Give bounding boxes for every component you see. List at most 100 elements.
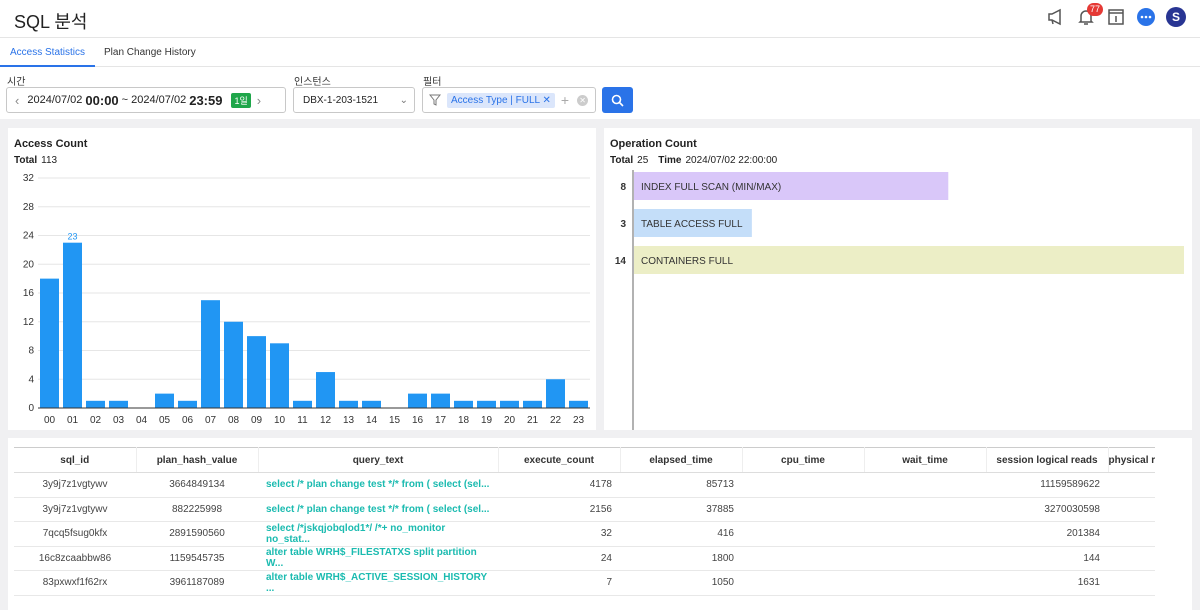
y-tick-label: 8 [28, 346, 34, 357]
bar [40, 278, 59, 408]
table-cell: 2156 [498, 497, 620, 522]
table-cell: 11159589622 [986, 472, 1108, 498]
value-label: 14 [615, 256, 627, 267]
y-tick-label: 0 [28, 403, 34, 414]
column-header[interactable]: sql_id [14, 447, 137, 473]
instance-label: 인스턴스 [294, 77, 331, 88]
search-button[interactable] [602, 87, 633, 113]
tab-plan-change-history[interactable]: Plan Change History [104, 47, 196, 58]
y-tick-label: 4 [28, 374, 34, 385]
table-cell: 37885 [620, 497, 742, 522]
column-header[interactable]: elapsed_time [620, 447, 743, 473]
query-text-link[interactable]: select /*jskqjobqlod1*/ /*+ no_monitor n… [258, 521, 498, 547]
filter-bar: 시간 ‹ 2024/07/02 00:00 ~ 2024/07/02 23:59… [0, 67, 1200, 119]
table-row[interactable]: 16c8zcaabbw86 1159545735 alter table WRH$_… [14, 546, 1156, 571]
table-cell: 7qcq5fsug0kfx [14, 521, 136, 547]
bell-icon[interactable]: 77 [1076, 3, 1104, 27]
x-tick-label: 08 [228, 415, 240, 426]
range-badge: 1일 [231, 92, 251, 108]
query-text-link[interactable]: select /* plan change test */* from ( se… [258, 472, 498, 498]
column-header[interactable]: session logical reads [986, 447, 1109, 473]
search-icon [611, 94, 624, 107]
table-cell [1108, 497, 1156, 522]
x-tick-label: 11 [297, 415, 308, 426]
chevron-left-icon[interactable]: ‹ [15, 93, 19, 108]
filter-input[interactable]: Access Type | FULL ✕ + ✕ [422, 87, 596, 113]
table-cell [864, 521, 986, 547]
instance-select[interactable]: DBX-1-203-1521 ⌄ [293, 87, 415, 113]
bar [201, 300, 220, 408]
filter-icon [429, 94, 441, 106]
avatar[interactable]: S [1166, 7, 1186, 27]
table-cell: 201384 [986, 521, 1108, 547]
table-cell: 1631 [986, 570, 1108, 596]
query-text-link[interactable]: alter table WRH$_ACTIVE_SESSION_HISTORY … [258, 570, 498, 596]
y-tick-label: 16 [23, 288, 35, 299]
bar [293, 400, 312, 408]
table-cell: 1050 [620, 570, 742, 596]
table-cell: 1159545735 [136, 546, 258, 571]
y-tick-label: 20 [23, 259, 35, 270]
category-label: INDEX FULL SCAN (MIN/MAX) [641, 182, 781, 193]
x-tick-label: 10 [274, 415, 286, 426]
table-row[interactable]: 7qcq5fsug0kfx 2891590560 select /*jskqjobq… [14, 521, 1156, 547]
table-cell [1108, 570, 1156, 596]
bar [86, 400, 105, 408]
table-row[interactable]: 3y9j7z1vgtywv 3664849134 select /* plan ch… [14, 472, 1156, 498]
column-header[interactable]: physical r [1108, 447, 1156, 473]
table-cell: 1800 [620, 546, 742, 571]
filter-chip[interactable]: Access Type | FULL ✕ [447, 92, 555, 108]
query-text-link[interactable]: alter table WRH$_FILESTATXS split partit… [258, 546, 498, 571]
x-tick-label: 02 [90, 415, 102, 426]
bar [523, 400, 542, 408]
column-header[interactable]: wait_time [864, 447, 987, 473]
column-header[interactable]: plan_hash_value [136, 447, 259, 473]
tab-access-statistics[interactable]: Access Statistics [10, 47, 85, 58]
bar [316, 372, 335, 408]
table-cell: 7 [498, 570, 620, 596]
x-tick-label: 09 [251, 415, 263, 426]
bar [155, 393, 174, 408]
table-cell: 3961187089 [136, 570, 258, 596]
column-header[interactable]: execute_count [498, 447, 621, 473]
sql-table: sql_id plan_hash_value query_text execute_c… [14, 447, 1156, 596]
clear-icon[interactable]: ✕ [577, 94, 589, 106]
table-cell: 3y9j7z1vgtywv [14, 472, 136, 498]
time-range-picker[interactable]: ‹ 2024/07/02 00:00 ~ 2024/07/02 23:59 1일… [6, 87, 286, 113]
operation-count-chart: 8 INDEX FULL SCAN (MIN/MAX) 3 TABLE ACCESS … [615, 170, 1184, 430]
bar [339, 400, 358, 408]
bar [247, 336, 266, 408]
bar [270, 343, 289, 408]
bar [109, 400, 128, 408]
table-row[interactable]: 3y9j7z1vgtywv 882225998 select /* plan cha… [14, 497, 1156, 522]
x-tick-label: 14 [366, 415, 378, 426]
chevron-right-icon[interactable]: › [257, 93, 261, 108]
table-row[interactable]: 83pxwxf1f62rx 3961187089 alter table WRH$_… [14, 570, 1156, 596]
table-cell [864, 497, 986, 522]
x-tick-label: 22 [550, 415, 562, 426]
query-text-link[interactable]: select /* plan change test */* from ( se… [258, 497, 498, 522]
remove-chip-icon[interactable]: ✕ [543, 95, 551, 106]
x-tick-label: 15 [389, 415, 401, 426]
bar [431, 393, 450, 408]
x-tick-label: 05 [159, 415, 171, 426]
info-book-icon[interactable] [1106, 7, 1126, 27]
table-cell [742, 497, 864, 522]
category-label: CONTAINERS FULL [641, 256, 733, 267]
chat-icon[interactable] [1136, 7, 1156, 27]
table-cell: 416 [620, 521, 742, 547]
value-label: 8 [620, 182, 626, 193]
y-tick-label: 28 [23, 202, 35, 213]
x-tick-label: 17 [435, 415, 447, 426]
add-filter-icon[interactable]: + [561, 92, 569, 108]
x-tick-label: 07 [205, 415, 217, 426]
table-cell: 83pxwxf1f62rx [14, 570, 136, 596]
table-cell: 3y9j7z1vgtywv [14, 497, 136, 522]
table-cell [864, 570, 986, 596]
x-tick-label: 21 [527, 415, 539, 426]
megaphone-icon[interactable] [1046, 7, 1066, 27]
column-header[interactable]: query_text [258, 447, 499, 473]
bar [569, 400, 588, 408]
column-header[interactable]: cpu_time [742, 447, 865, 473]
x-tick-label: 23 [573, 415, 585, 426]
